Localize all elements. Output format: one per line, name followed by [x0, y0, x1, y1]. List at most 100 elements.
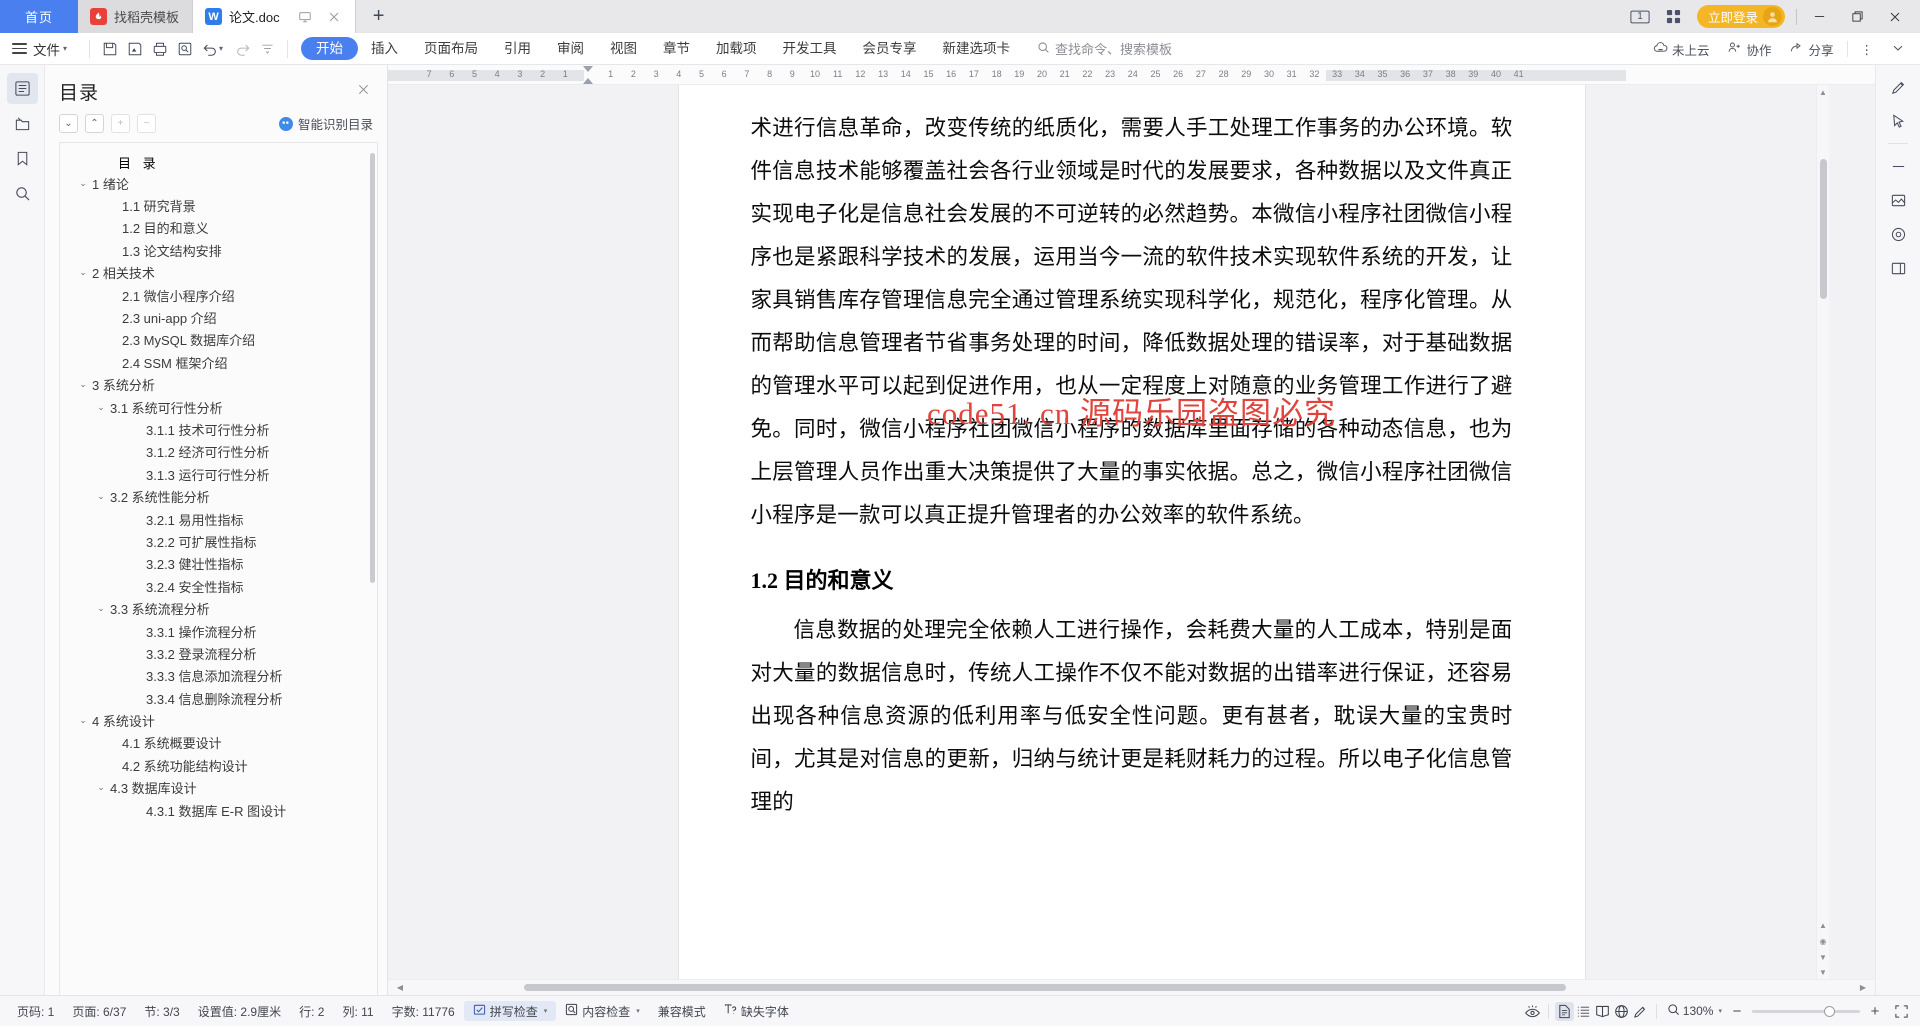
hanging-indent-marker[interactable]: [583, 78, 593, 84]
status-word-count[interactable]: 字数: 11776: [383, 1003, 464, 1020]
zoom-out-button[interactable]: −: [1731, 1003, 1743, 1020]
undo-dropdown-icon[interactable]: ▾: [219, 44, 230, 53]
sidebar-item-outline[interactable]: [6, 73, 38, 104]
cursor-icon[interactable]: [1882, 105, 1914, 137]
toc-scrollbar[interactable]: [370, 153, 375, 583]
smart-toc-button[interactable]: 智能识别目录: [278, 114, 373, 133]
list-item[interactable]: ⌄ 3 系统分析: [72, 374, 377, 396]
close-icon[interactable]: [354, 83, 373, 101]
list-item[interactable]: 2.3 uni-app 介绍: [72, 306, 377, 328]
chevron-down-icon[interactable]: ▾: [1718, 1007, 1722, 1015]
chevron-down-icon[interactable]: ⌄: [76, 715, 90, 726]
document-scroll-region[interactable]: 术进行信息革命，改变传统的纸质化，需要人手工处理工作事务的办公环境。软件信息技术…: [388, 85, 1875, 979]
document-tab-thesis[interactable]: W 论文.doc: [193, 0, 356, 33]
chevron-down-icon[interactable]: ▾: [544, 1007, 548, 1015]
list-item[interactable]: 1.2 目的和意义: [72, 217, 377, 239]
section-heading[interactable]: 1.2 目的和意义: [751, 563, 1513, 595]
list-item[interactable]: ⌄ 4 系统设计: [72, 709, 377, 731]
chevron-down-icon[interactable]: ⌄: [76, 379, 90, 390]
increase-level-button[interactable]: +: [111, 114, 130, 133]
minimize-button[interactable]: [1800, 0, 1838, 33]
tab-review[interactable]: 审阅: [544, 37, 597, 60]
close-icon[interactable]: [327, 9, 342, 24]
chevron-down-icon[interactable]: ⌄: [76, 178, 90, 189]
prev-page-button[interactable]: ▲: [1819, 917, 1827, 933]
ruler-left-margin[interactable]: [388, 70, 584, 81]
collapse-all-button[interactable]: ⌃: [85, 114, 104, 133]
list-item[interactable]: 3.1.2 经济可行性分析: [72, 441, 377, 463]
list-item[interactable]: 3.1.3 运行可行性分析: [72, 463, 377, 485]
list-item[interactable]: ⌄ 2 相关技术: [72, 262, 377, 284]
status-row[interactable]: 行: 2: [290, 1003, 333, 1020]
redo-icon[interactable]: [230, 37, 255, 61]
status-column[interactable]: 列: 11: [333, 1003, 382, 1020]
decrease-level-button[interactable]: −: [137, 114, 156, 133]
reading-view-icon[interactable]: [1593, 1002, 1612, 1021]
web-view-icon[interactable]: [1612, 1002, 1631, 1021]
scrollbar-track[interactable]: [408, 980, 1855, 996]
scrollbar-thumb[interactable]: [523, 983, 1566, 991]
next-page-button[interactable]: ▼: [1819, 949, 1827, 965]
paragraph[interactable]: 信息数据的处理完全依赖人工进行操作，会耗费大量的人工成本，特别是面对大量的数据信…: [751, 609, 1513, 824]
file-menu-button[interactable]: 文件 ▾: [8, 39, 82, 59]
sidebar-item-bookmark[interactable]: [7, 143, 38, 174]
vertical-scrollbar[interactable]: ▲ ▲ ◉ ▼ ▼: [1816, 85, 1829, 979]
sidebar-item-files[interactable]: [7, 108, 38, 139]
login-button[interactable]: 立即登录: [1696, 5, 1785, 28]
status-section[interactable]: 节: 3/3: [135, 1003, 188, 1020]
tab-insert[interactable]: 插入: [358, 37, 411, 60]
edit-view-icon[interactable]: [1631, 1002, 1650, 1021]
page-view-icon[interactable]: [1554, 1001, 1574, 1021]
chevron-down-icon[interactable]: ⌄: [94, 402, 108, 413]
horizontal-scrollbar[interactable]: ◀ ▶: [388, 979, 1875, 995]
divider-icon[interactable]: [1882, 150, 1914, 182]
search-command-box[interactable]: 查找命令、搜索模板: [1037, 39, 1172, 58]
list-item[interactable]: 2.3 MySQL 数据库介绍: [72, 329, 377, 351]
list-item[interactable]: ⌄ 4.3 数据库设计: [72, 777, 377, 799]
home-tab[interactable]: 首页: [0, 0, 78, 33]
cloud-status-button[interactable]: 未上云: [1644, 36, 1719, 62]
spellcheck-button[interactable]: 拼写检查 ▾: [463, 1001, 557, 1021]
tab-page-layout[interactable]: 页面布局: [411, 37, 491, 60]
more-options-button[interactable]: ⋮: [1852, 36, 1883, 62]
scroll-down-arrow[interactable]: ▼: [1819, 965, 1827, 979]
scroll-up-arrow[interactable]: ▲: [1819, 85, 1827, 99]
status-page-count[interactable]: 页面: 6/37: [63, 1003, 135, 1020]
chevron-down-icon[interactable]: ⌄: [94, 782, 108, 793]
list-item[interactable]: 3.3.3 信息添加流程分析: [72, 665, 377, 687]
print-preview-icon[interactable]: [172, 37, 197, 61]
list-item[interactable]: 1.1 研究背景: [72, 194, 377, 216]
outline-view-icon[interactable]: [1574, 1002, 1593, 1021]
list-item[interactable]: 2.4 SSM 框架介绍: [72, 351, 377, 373]
chevron-down-icon[interactable]: ⌄: [94, 603, 108, 614]
missing-font-button[interactable]: 缺失字体: [715, 1003, 798, 1020]
paragraph[interactable]: 术进行信息革命，改变传统的纸质化，需要人手工处理工作事务的办公环境。软件信息技术…: [751, 107, 1513, 537]
tab-section[interactable]: 章节: [650, 37, 703, 60]
compatibility-mode-label[interactable]: 兼容模式: [649, 1003, 715, 1020]
scroll-right-arrow[interactable]: ▶: [1855, 983, 1871, 992]
chevron-down-icon[interactable]: ⌄: [76, 267, 90, 278]
sidebar-item-search[interactable]: [7, 178, 38, 209]
collapse-ribbon-button[interactable]: [1882, 36, 1914, 62]
document-tab-daoke[interactable]: 找稻壳模板: [78, 0, 194, 33]
list-item[interactable]: 3.2.4 安全性指标: [72, 575, 377, 597]
horizontal-ruler[interactable]: 7 6 5 4 3 2 1 1 2 3 4 5 6 7 8 9 10 11 12 13 14 15 16 17 18 19 20 21…: [388, 65, 1875, 85]
close-window-button[interactable]: [1876, 0, 1914, 33]
apps-grid-icon[interactable]: [1657, 0, 1691, 33]
fullscreen-button[interactable]: [1890, 1001, 1912, 1021]
list-item[interactable]: 4.1 系统概要设计: [72, 732, 377, 754]
contentcheck-button[interactable]: 内容检查 ▾: [556, 1003, 649, 1020]
expand-all-button[interactable]: ⌄: [59, 114, 78, 133]
list-item[interactable]: 1.3 论文结构安排: [72, 239, 377, 261]
tab-new[interactable]: 新建选项卡: [930, 37, 1024, 60]
save-icon[interactable]: [97, 37, 122, 61]
zoom-slider[interactable]: [1752, 1005, 1860, 1017]
print-icon[interactable]: [147, 37, 172, 61]
chevron-down-icon[interactable]: ▾: [636, 1007, 640, 1015]
collaborate-button[interactable]: 协作: [1718, 36, 1780, 62]
list-item[interactable]: 3.1.1 技术可行性分析: [72, 418, 377, 440]
list-item[interactable]: 3.3.1 操作流程分析: [72, 620, 377, 642]
table-of-contents[interactable]: 目 录 ⌄ 1 绪论 1.1 研究背景 1.2 目的和意义 1.3 论文结构安排 …: [59, 142, 378, 995]
list-item[interactable]: 4.2 系统功能结构设计: [72, 754, 377, 776]
scrollbar-thumb[interactable]: [1819, 159, 1827, 299]
